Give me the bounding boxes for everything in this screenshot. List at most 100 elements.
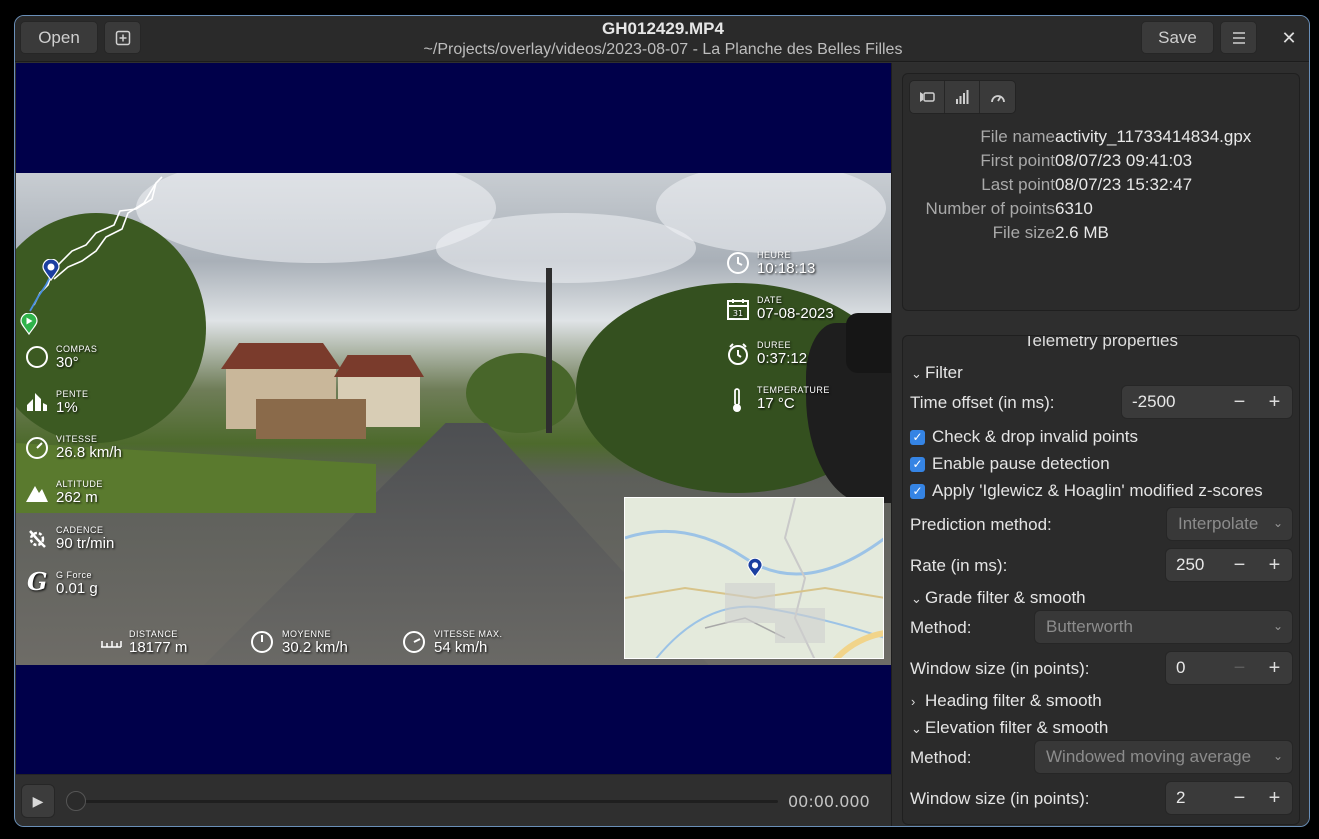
save-button[interactable]: Save — [1141, 21, 1214, 54]
app-window: Open GH012429.MP4 ~/Projects/overlay/vid… — [14, 15, 1310, 827]
increment-button[interactable]: + — [1257, 549, 1292, 581]
clock-icon — [726, 251, 750, 280]
info-value: 6310 — [1055, 199, 1093, 218]
info-key: Number of points — [925, 199, 1055, 218]
close-button[interactable]: ✕ — [1277, 26, 1301, 50]
elevation-method-dropdown[interactable]: Windowed moving average ⌄ — [1034, 740, 1293, 774]
hud-value: 0.01 g — [56, 580, 98, 597]
hud-max-speed: VITESSE MAX. 54 km/h — [434, 629, 503, 656]
zscore-checkbox[interactable]: ✓ Apply 'Iglewicz & Hoaglin' modified z-s… — [910, 481, 1263, 501]
open-button[interactable]: Open — [20, 21, 98, 54]
seek-slider-handle[interactable] — [66, 791, 86, 811]
filter-section-header[interactable]: ⌄ Filter — [911, 363, 963, 383]
increment-button[interactable]: + — [1257, 386, 1292, 418]
chevron-down-icon: ⌄ — [911, 591, 922, 606]
hud-label: ALTITUDE — [56, 479, 103, 489]
tab-video[interactable] — [910, 81, 945, 113]
grade-window-input[interactable]: 0 — [1166, 652, 1222, 684]
rate-input[interactable]: 250 — [1166, 549, 1222, 581]
info-key: First point — [980, 151, 1055, 170]
decrement-button[interactable]: − — [1222, 549, 1257, 581]
calendar-icon: 31 — [726, 297, 750, 326]
tab-signal[interactable] — [945, 81, 980, 113]
prediction-method-label: Prediction method: — [910, 515, 1052, 534]
gauge-icon — [990, 95, 1005, 103]
plus-square-icon — [115, 30, 130, 45]
hud-label: VITESSE — [56, 434, 98, 444]
handlebar-mount — [846, 313, 891, 373]
info-value: 08/07/23 15:32:47 — [1055, 175, 1193, 194]
playback-time: 00:00.000 — [788, 792, 870, 811]
route-track — [29, 176, 163, 312]
elevation-window-label: Window size (in points): — [910, 789, 1090, 808]
hud-cadence: CADENCE 90 tr/min — [56, 525, 114, 552]
tree — [466, 353, 576, 433]
elevation-method-label: Method: — [910, 748, 972, 767]
telemetry-panel[interactable]: Telemetry properties ⌄ Filter Time offset… — [902, 335, 1300, 825]
max-gauge-icon — [402, 629, 426, 658]
elevation-section-header[interactable]: ⌄ Elevation filter & smooth — [911, 718, 1108, 738]
section-label: Heading filter & smooth — [925, 691, 1102, 710]
header-bar: Open GH012429.MP4 ~/Projects/overlay/vid… — [15, 16, 1309, 62]
hud-value: 18177 m — [129, 639, 188, 656]
decrement-button[interactable]: − — [1222, 652, 1257, 684]
house-roof — [334, 355, 424, 377]
checkbox-label: Enable pause detection — [932, 454, 1110, 473]
hud-label: MOYENNE — [282, 629, 332, 639]
elevation-window-input[interactable]: 2 — [1166, 782, 1222, 814]
position-marker-icon — [42, 258, 60, 286]
time-offset-label: Time offset (in ms): — [910, 393, 1055, 412]
hud-value: 30.2 km/h — [282, 639, 348, 656]
signal-bars-icon — [956, 90, 969, 104]
check-invalid-checkbox[interactable]: ✓ Check & drop invalid points — [910, 427, 1138, 447]
section-label: Grade filter & smooth — [925, 588, 1086, 607]
info-row-first-point: First point 08/07/23 09:41:03 — [903, 151, 1299, 175]
heading-section-header[interactable]: › Heading filter & smooth — [911, 691, 1102, 711]
grade-section-header[interactable]: ⌄ Grade filter & smooth — [911, 588, 1086, 608]
decrement-button[interactable]: − — [1222, 782, 1257, 814]
window-title: GH012429.MP4 — [602, 19, 724, 38]
increment-button[interactable]: + — [1257, 652, 1292, 684]
grade-window-stepper[interactable]: 0 − + — [1165, 651, 1293, 685]
checkmark-icon: ✓ — [910, 456, 925, 472]
average-gauge-icon — [250, 629, 274, 658]
sidebar: File name activity_11733414834.gpx First… — [891, 63, 1309, 826]
elevation-window-stepper[interactable]: 2 − + — [1165, 781, 1293, 815]
rate-label: Rate (in ms): — [910, 556, 1008, 575]
chevron-down-icon: ⌄ — [911, 721, 922, 736]
increment-button[interactable]: + — [1257, 782, 1292, 814]
info-row-file-size: File size 2.6 MB — [903, 223, 1299, 247]
rate-stepper[interactable]: 250 − + — [1165, 548, 1293, 582]
mountain-icon — [25, 483, 49, 508]
grade-method-label: Method: — [910, 618, 972, 637]
chevron-down-icon: ⌄ — [911, 366, 922, 381]
tab-gauge[interactable] — [980, 81, 1015, 113]
hud-label: TEMPERATURE — [757, 385, 830, 395]
decrement-button[interactable]: − — [1222, 386, 1257, 418]
video-view[interactable]: COMPAS 30° PENTE 1% VITESSE 26.8 km/h AL… — [16, 63, 891, 774]
info-row-last-point: Last point 08/07/23 15:32:47 — [903, 175, 1299, 199]
hud-value: 54 km/h — [434, 639, 488, 656]
info-value: 2.6 MB — [1055, 223, 1109, 242]
seek-slider[interactable] — [76, 800, 778, 803]
prediction-method-dropdown[interactable]: Interpolate ⌄ — [1166, 507, 1293, 541]
play-icon: ▶ — [32, 792, 44, 809]
grade-method-dropdown[interactable]: Butterworth ⌄ — [1034, 610, 1293, 644]
svg-text:31: 31 — [733, 309, 743, 318]
menu-button[interactable] — [1220, 21, 1257, 54]
hud-temperature: TEMPERATURE 17 °C — [757, 385, 830, 412]
time-offset-stepper[interactable]: -2500 − + — [1121, 385, 1293, 419]
checkbox-label: Apply 'Iglewicz & Hoaglin' modified z-sc… — [932, 481, 1263, 500]
time-offset-input[interactable]: -2500 — [1122, 386, 1222, 418]
chevron-down-icon: ⌄ — [1272, 619, 1283, 633]
woodpile — [256, 399, 366, 439]
cloud — [436, 213, 696, 283]
new-tab-button[interactable] — [104, 21, 141, 54]
play-button[interactable]: ▶ — [21, 784, 55, 818]
hud-value: 1% — [56, 399, 78, 416]
dropdown-value: Butterworth — [1046, 617, 1133, 636]
hud-duration: DUREE 0:37:12 — [757, 340, 807, 367]
crank-icon — [25, 527, 49, 556]
start-marker-icon — [20, 312, 38, 340]
pause-detection-checkbox[interactable]: ✓ Enable pause detection — [910, 454, 1110, 474]
